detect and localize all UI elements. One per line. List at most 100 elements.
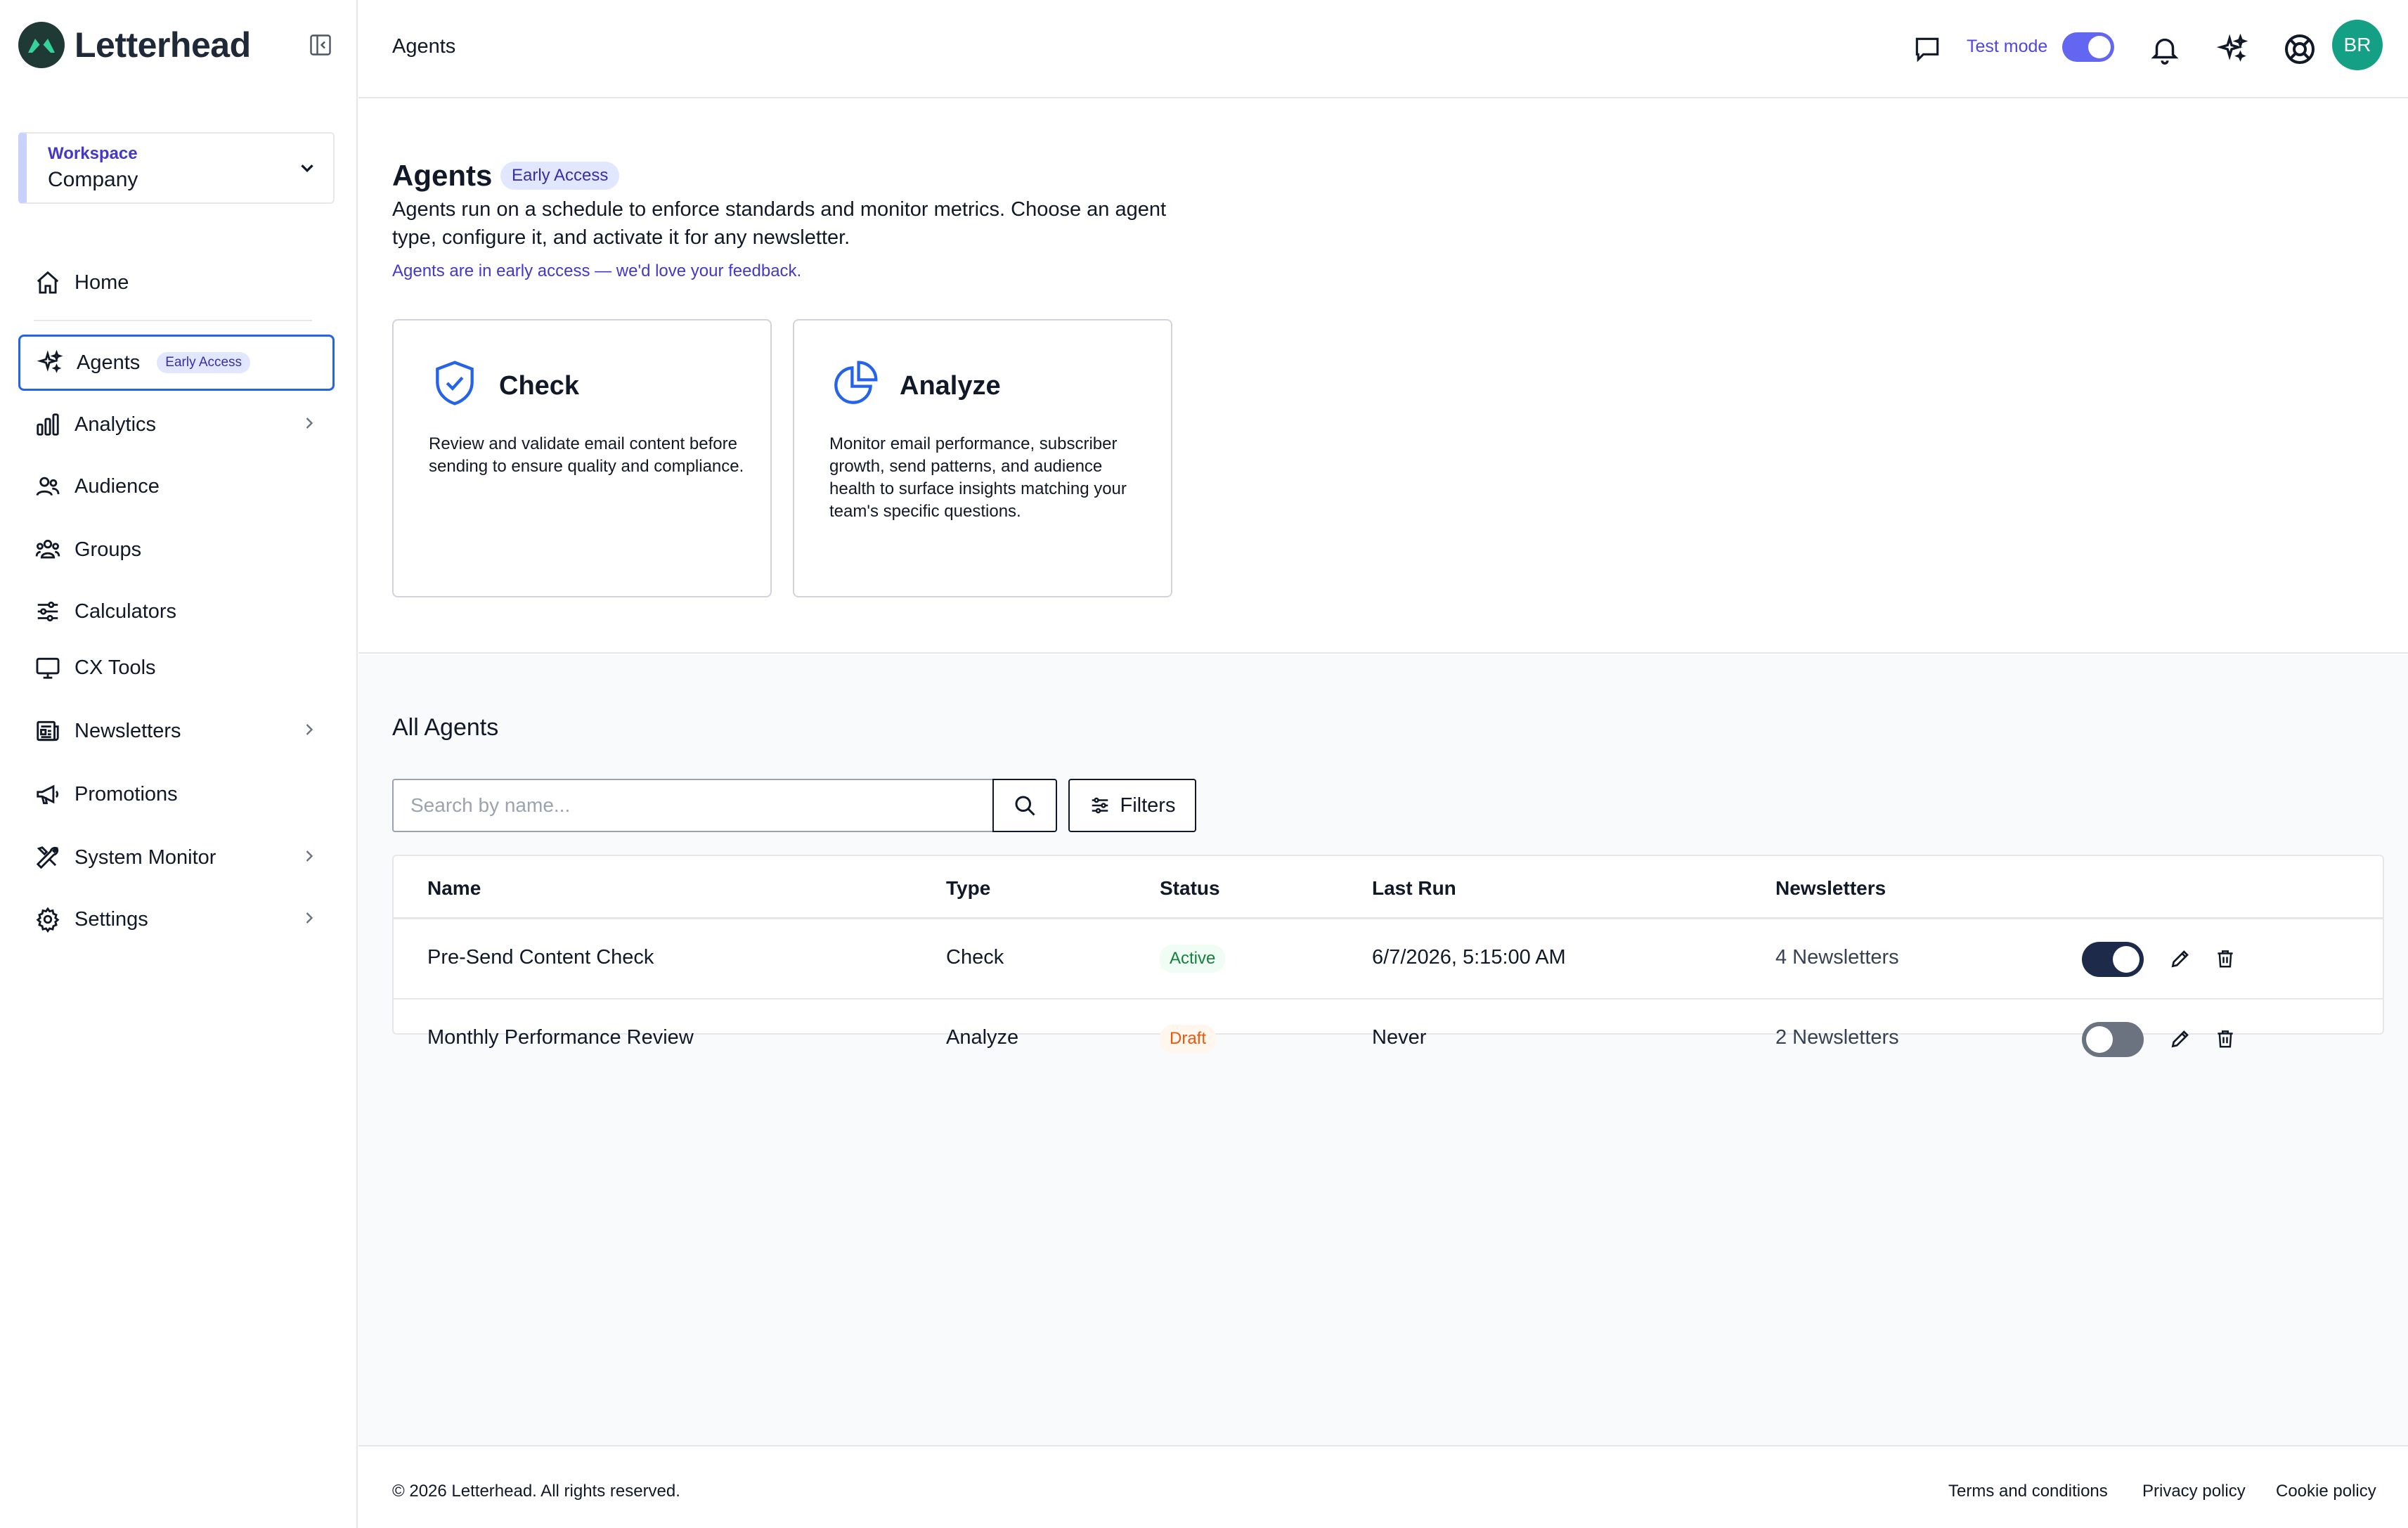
toggle-knob — [2088, 36, 2111, 58]
sidebar-item-label: Audience — [75, 474, 160, 498]
agents-table: Name Type Status Last Run Newsletters Pr… — [392, 855, 2384, 1057]
lifebuoy-icon — [2285, 34, 2315, 64]
search-button[interactable] — [992, 779, 1057, 832]
filters-button[interactable]: Filters — [1068, 779, 1196, 832]
user-avatar[interactable]: BR — [2332, 20, 2383, 70]
workspace-value: Company — [48, 168, 138, 191]
newspaper-icon — [37, 720, 59, 742]
column-header-last-run[interactable]: Last Run — [1372, 877, 1456, 900]
table-header: Name Type Status Last Run Newsletters — [394, 856, 2383, 919]
chevron-right-icon — [306, 850, 313, 862]
card-description: Monitor email performance, subscriber gr… — [829, 434, 1127, 521]
sidebar-item-promotions[interactable]: Promotions — [18, 766, 335, 822]
column-header-status[interactable]: Status — [1160, 877, 1220, 900]
all-agents-section: All Agents Filters Name Type Status Last… — [358, 655, 2408, 1445]
agent-last-run: 6/7/2026, 5:15:00 AM — [1372, 946, 1566, 969]
card-title: Analyze — [900, 371, 1001, 401]
sidebar-item-label: Calculators — [75, 600, 177, 623]
logo[interactable]: Letterhead — [18, 21, 335, 69]
card-title: Check — [499, 371, 580, 401]
column-header-type[interactable]: Type — [946, 877, 990, 900]
agent-enabled-toggle[interactable] — [2082, 942, 2144, 977]
sidebar-item-agents[interactable]: Agents Early Access — [18, 335, 335, 391]
workspace-selector[interactable]: Workspace Company — [18, 132, 335, 204]
column-header-newsletters[interactable]: Newsletters — [1775, 877, 1886, 900]
chevron-right-icon — [306, 417, 313, 429]
breadcrumb: Agents — [392, 35, 456, 58]
early-access-badge: Early Access — [157, 352, 251, 373]
sidebar-item-newsletters[interactable]: Newsletters — [18, 703, 335, 759]
megaphone-icon — [37, 784, 59, 805]
toggle-knob — [2113, 946, 2140, 973]
sliders-icon — [37, 601, 58, 622]
agent-enabled-toggle[interactable] — [2082, 1022, 2144, 1057]
collapse-sidebar-button[interactable] — [306, 31, 335, 59]
test-mode-toggle[interactable] — [2062, 32, 2114, 62]
cookie-link[interactable]: Cookie policy — [2276, 1482, 2376, 1501]
sidebar-item-calculators[interactable]: Calculators — [18, 583, 335, 640]
user-group-icon — [35, 539, 60, 559]
trash-icon — [2218, 950, 2233, 968]
delete-agent-button[interactable] — [2213, 1026, 2238, 1051]
sidebar-item-label: Agents — [77, 351, 141, 374]
sidebar-item-settings[interactable]: Settings — [18, 891, 335, 947]
terms-link[interactable]: Terms and conditions — [1948, 1482, 2108, 1501]
agent-type: Analyze — [946, 1026, 1019, 1049]
agent-type-card-check[interactable]: Check Review and validate email content … — [392, 319, 772, 597]
privacy-link[interactable]: Privacy policy — [2142, 1482, 2246, 1501]
edit-agent-button[interactable] — [2168, 1026, 2193, 1051]
feedback-link[interactable]: Agents are in early access — we'd love y… — [392, 261, 801, 281]
monitor-icon — [36, 657, 60, 679]
sidebar-item-groups[interactable]: Groups — [18, 522, 335, 578]
ai-assistant-button[interactable] — [2214, 31, 2251, 67]
sidebar-item-label: Analytics — [75, 413, 157, 436]
workspace-label: Workspace — [48, 144, 138, 163]
agent-newsletters[interactable]: 2 Newsletters — [1775, 1026, 1899, 1049]
filter-sliders-icon — [1092, 797, 1108, 814]
trash-icon — [2218, 1030, 2233, 1048]
tools-icon — [36, 846, 59, 869]
sidebar-item-analytics[interactable]: Analytics — [18, 396, 335, 453]
pencil-icon — [2171, 950, 2189, 968]
feedback-button[interactable] — [1909, 31, 1946, 67]
bar-chart-icon — [37, 413, 59, 436]
pencil-icon — [2171, 1030, 2189, 1048]
chevron-right-icon — [306, 724, 313, 735]
agent-newsletters[interactable]: 4 Newsletters — [1775, 946, 1899, 969]
agent-name[interactable]: Monthly Performance Review — [427, 1026, 694, 1049]
home-icon — [37, 271, 59, 294]
sidebar-item-audience[interactable]: Audience — [18, 458, 335, 514]
help-button[interactable] — [2281, 31, 2318, 67]
edit-agent-button[interactable] — [2168, 946, 2193, 971]
footer: © 2026 Letterhead. All rights reserved. … — [358, 1445, 2408, 1528]
test-mode-label: Test mode — [1967, 37, 2048, 56]
page-title: Agents — [392, 159, 493, 192]
sidebar-item-cx-tools[interactable]: CX Tools — [18, 640, 335, 696]
notifications-button[interactable] — [2147, 31, 2183, 67]
sidebar-item-label: Promotions — [75, 782, 178, 805]
agent-type-card-analyze[interactable]: Analyze Monitor email performance, subsc… — [793, 319, 1172, 597]
column-header-name[interactable]: Name — [427, 877, 481, 900]
page-description: Agents run on a schedule to enforce stan… — [392, 198, 1167, 249]
agent-name[interactable]: Pre-Send Content Check — [427, 946, 654, 969]
chevron-down-icon — [301, 164, 313, 173]
gear-icon — [36, 907, 60, 933]
sidebar-item-home[interactable]: Home — [18, 254, 335, 311]
sidebar-item-label: Newsletters — [75, 719, 181, 742]
delete-agent-button[interactable] — [2213, 946, 2238, 971]
table-row[interactable]: Monthly Performance Review Analyze Draft… — [394, 999, 2383, 1080]
sidebar-item-label: Groups — [75, 538, 142, 561]
chat-bubble-icon — [1915, 37, 1939, 63]
table-row[interactable]: Pre-Send Content Check Check Active 6/7/… — [394, 919, 2383, 999]
search-input[interactable] — [392, 779, 994, 832]
letterhead-logo-icon — [18, 22, 65, 68]
users-icon — [36, 477, 60, 496]
toggle-knob — [2086, 1026, 2113, 1053]
sidebar-collapse-icon — [310, 34, 331, 56]
sidebar-item-label: CX Tools — [75, 656, 156, 679]
sidebar-item-label: System Monitor — [75, 846, 216, 869]
sidebar-item-label: Home — [75, 271, 129, 294]
early-access-badge: Early Access — [500, 162, 620, 190]
sidebar-item-system-monitor[interactable]: System Monitor — [18, 829, 335, 886]
pie-chart-icon — [834, 361, 878, 404]
